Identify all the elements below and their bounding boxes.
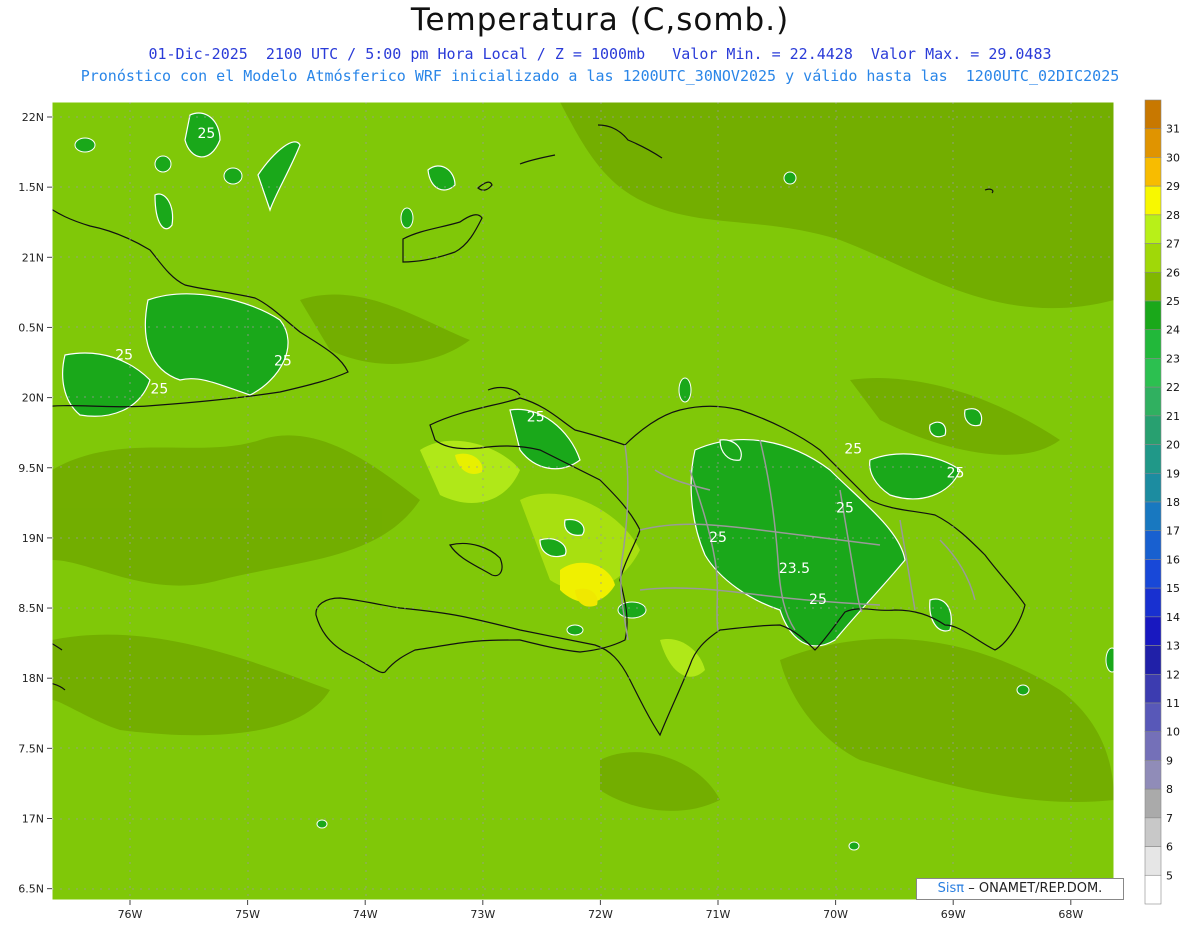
- contour-label: 25: [844, 442, 862, 458]
- lon-tick-label: 68W: [1058, 908, 1083, 921]
- lon-tick-label: 69W: [941, 908, 966, 921]
- colorbar-label: 19: [1166, 467, 1180, 480]
- colorbar-label: 25: [1166, 295, 1180, 308]
- colorbar-label: 24: [1166, 324, 1180, 337]
- lon-tick-label: 71W: [706, 908, 731, 921]
- colorbar-swatch: [1144, 788, 1162, 819]
- colorbar-swatch: [1144, 157, 1162, 187]
- lat-tick-label: 19N: [22, 532, 44, 545]
- colorbar-label: 7: [1166, 812, 1173, 825]
- colorbar-label: 29: [1166, 180, 1180, 193]
- colorbar-label: 30: [1166, 151, 1180, 164]
- colorbar-label: 31: [1166, 123, 1180, 136]
- colorbar-swatch: [1144, 185, 1162, 216]
- lon-tick-label: 72W: [588, 908, 613, 921]
- colorbar-label: 12: [1166, 668, 1180, 681]
- temperature-map: 25252525252525252523.525 22N1.5N21N0.5N2…: [18, 99, 1180, 921]
- colorbar-swatch: [1144, 300, 1162, 331]
- colorbar-label: 9: [1166, 754, 1173, 767]
- colorbar-swatch: [1144, 559, 1162, 589]
- colorbar-swatch: [1144, 501, 1162, 532]
- colorbar-swatch: [1144, 99, 1162, 130]
- colorbar: 31 30 29 28 27 26 25 24 23 22 21 20 19 18 17 16 15 14 13 12…: [1144, 99, 1180, 905]
- lat-tick-label: 21N: [22, 251, 44, 264]
- lat-tick-label: 7.5N: [18, 742, 44, 755]
- colorbar-label: 26: [1166, 266, 1180, 279]
- lon-tick-label: 76W: [118, 908, 143, 921]
- contour-label: 25: [150, 381, 168, 397]
- lon-tick-label: 74W: [353, 908, 378, 921]
- lat-tick-label: 18N: [22, 672, 44, 685]
- lat-tick-label: 17N: [22, 813, 44, 826]
- longitude-axis: 76W 75W 74W 73W 72W 71W 70W 69W 68W: [118, 900, 1083, 921]
- colorbar-label: 16: [1166, 553, 1180, 566]
- colorbar-swatch: [1144, 214, 1162, 244]
- contour-label: 25: [947, 466, 965, 482]
- colorbar-label: 20: [1166, 439, 1180, 452]
- contour-label: 23.5: [779, 561, 810, 577]
- colorbar-label: 6: [1166, 841, 1173, 854]
- colorbar-label: 10: [1166, 726, 1180, 739]
- contour-label: 25: [809, 592, 827, 608]
- contour-label: 25: [115, 348, 133, 364]
- colorbar-label: 23: [1166, 352, 1180, 365]
- lat-tick-label: 20N: [22, 392, 44, 405]
- colorbar-swatch: [1144, 271, 1162, 302]
- lat-tick-label: 1.5N: [18, 181, 44, 194]
- colorbar-swatch: [1144, 673, 1162, 704]
- colorbar-label: 14: [1166, 611, 1180, 624]
- colorbar-swatch: [1144, 386, 1162, 417]
- colorbar-swatch: [1144, 329, 1162, 359]
- colorbar-swatch: [1144, 472, 1162, 503]
- contour-label: 25: [709, 530, 727, 546]
- lat-tick-label: 8.5N: [18, 602, 44, 615]
- colorbar-swatch: [1144, 358, 1162, 388]
- colorbar-swatch: [1144, 444, 1162, 474]
- contour-label: 25: [198, 126, 216, 142]
- lat-tick-label: 6.5N: [18, 883, 44, 896]
- contour-label: 25: [836, 501, 854, 517]
- lon-tick-label: 75W: [235, 908, 260, 921]
- colorbar-label: 22: [1166, 381, 1180, 394]
- lon-tick-label: 70W: [823, 908, 848, 921]
- lat-tick-label: 9.5N: [18, 462, 44, 475]
- lat-tick-label: 0.5N: [18, 321, 44, 334]
- lon-tick-label: 73W: [470, 908, 495, 921]
- colorbar-swatch: [1144, 817, 1162, 847]
- colorbar-swatch: [1144, 702, 1162, 733]
- colorbar-swatch: [1144, 760, 1162, 790]
- colorbar-label: 5: [1166, 869, 1173, 882]
- colorbar-swatch: [1144, 846, 1162, 876]
- colorbar-label: 27: [1166, 238, 1180, 251]
- colorbar-swatch: [1144, 415, 1162, 445]
- colorbar-label: 8: [1166, 783, 1173, 796]
- lat-tick-label: 22N: [22, 111, 44, 124]
- colorbar-label: 28: [1166, 209, 1180, 222]
- colorbar-swatch: [1144, 530, 1162, 560]
- credit-text: – ONAMET/REP.DOM.: [968, 881, 1103, 896]
- contour-label: 25: [274, 353, 292, 369]
- colorbar-swatch: [1144, 128, 1162, 158]
- colorbar-swatch: [1144, 874, 1162, 905]
- sispi-logo-text: Sisπ: [937, 881, 965, 896]
- colorbar-label: 18: [1166, 496, 1180, 509]
- colorbar-label: 21: [1166, 410, 1180, 423]
- colorbar-swatch: [1144, 616, 1162, 646]
- colorbar-swatch: [1144, 731, 1162, 761]
- colorbar-label: 13: [1166, 640, 1180, 653]
- colorbar-label: 15: [1166, 582, 1180, 595]
- colorbar-swatch: [1144, 587, 1162, 618]
- latitude-axis: 22N 1.5N 21N 0.5N 20N 9.5N 19N 8.5N 18N 7.5N 17N 6.…: [18, 111, 52, 896]
- colorbar-label: 17: [1166, 525, 1180, 538]
- colorbar-swatch: [1144, 645, 1162, 675]
- colorbar-label: 11: [1166, 697, 1180, 710]
- contour-label: 25: [527, 409, 545, 425]
- credit-box: Sisπ – ONAMET/REP.DOM.: [916, 878, 1124, 900]
- colorbar-swatch: [1144, 243, 1162, 273]
